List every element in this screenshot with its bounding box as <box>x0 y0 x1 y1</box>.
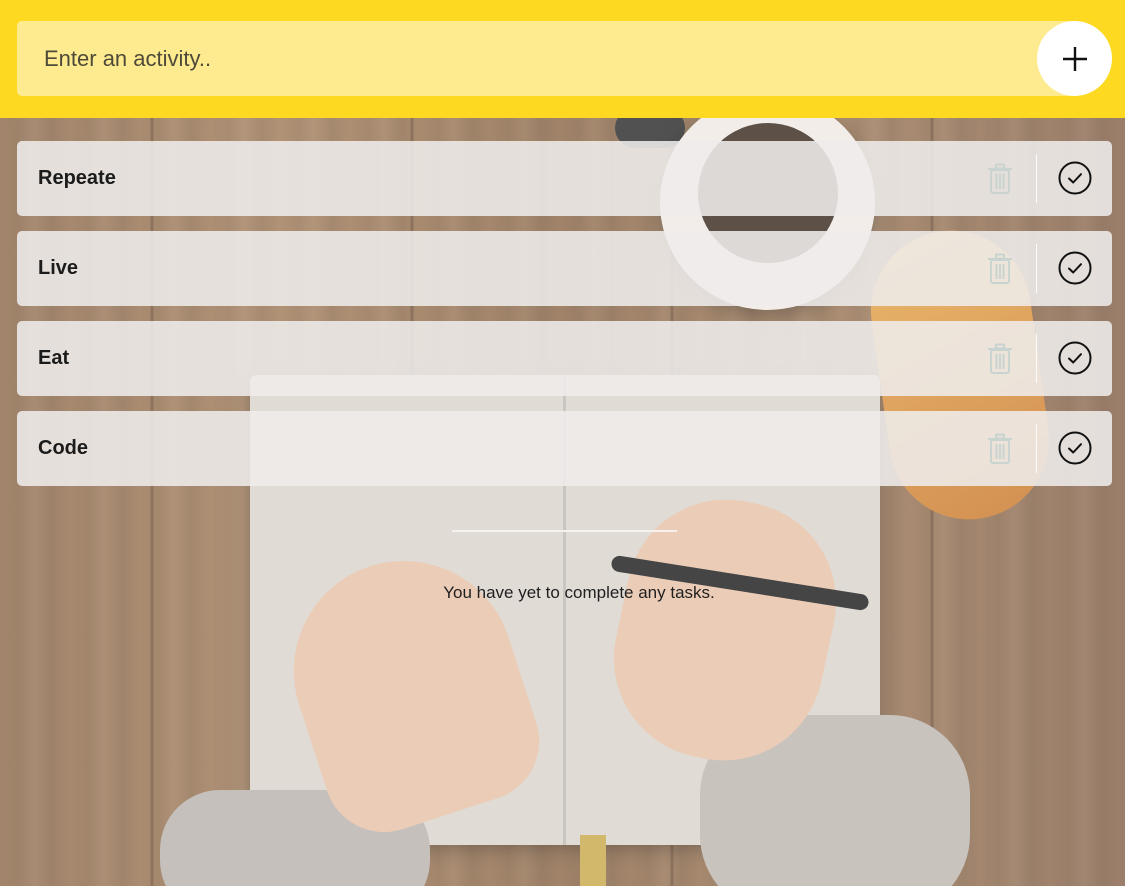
todo-label: Code <box>38 437 88 459</box>
todo-item: Eat <box>17 321 1112 396</box>
todo-label: Repeate <box>38 167 116 189</box>
completed-empty-message: You have yet to complete any tasks. <box>443 583 715 602</box>
item-divider <box>1036 154 1037 203</box>
complete-button[interactable] <box>1058 431 1092 465</box>
check-circle-icon <box>1058 161 1092 195</box>
activity-input-wrapper <box>17 21 1077 96</box>
completed-divider <box>452 530 677 532</box>
check-circle-icon <box>1058 341 1092 375</box>
complete-button[interactable] <box>1058 161 1092 195</box>
activity-input[interactable] <box>17 21 1077 96</box>
trash-icon <box>988 253 1012 284</box>
trash-icon <box>988 163 1012 194</box>
header-bar <box>0 0 1125 118</box>
complete-button[interactable] <box>1058 251 1092 285</box>
remove-button[interactable] <box>985 431 1015 467</box>
todo-list: Repeate Live Eat Code <box>17 141 1112 501</box>
check-circle-icon <box>1058 251 1092 285</box>
add-button[interactable] <box>1037 21 1112 96</box>
todo-item: Live <box>17 231 1112 306</box>
item-divider <box>1036 424 1037 473</box>
plus-icon <box>1062 46 1087 71</box>
check-circle-icon <box>1058 431 1092 465</box>
todo-label: Eat <box>38 347 70 369</box>
item-divider <box>1036 334 1037 383</box>
todo-item: Code <box>17 411 1112 486</box>
item-divider <box>1036 244 1037 293</box>
todo-item: Repeate <box>17 141 1112 216</box>
todo-label: Live <box>38 257 79 279</box>
remove-button[interactable] <box>985 251 1015 287</box>
trash-icon <box>988 433 1012 464</box>
remove-button[interactable] <box>985 161 1015 197</box>
complete-button[interactable] <box>1058 341 1092 375</box>
remove-button[interactable] <box>985 341 1015 377</box>
trash-icon <box>988 343 1012 374</box>
